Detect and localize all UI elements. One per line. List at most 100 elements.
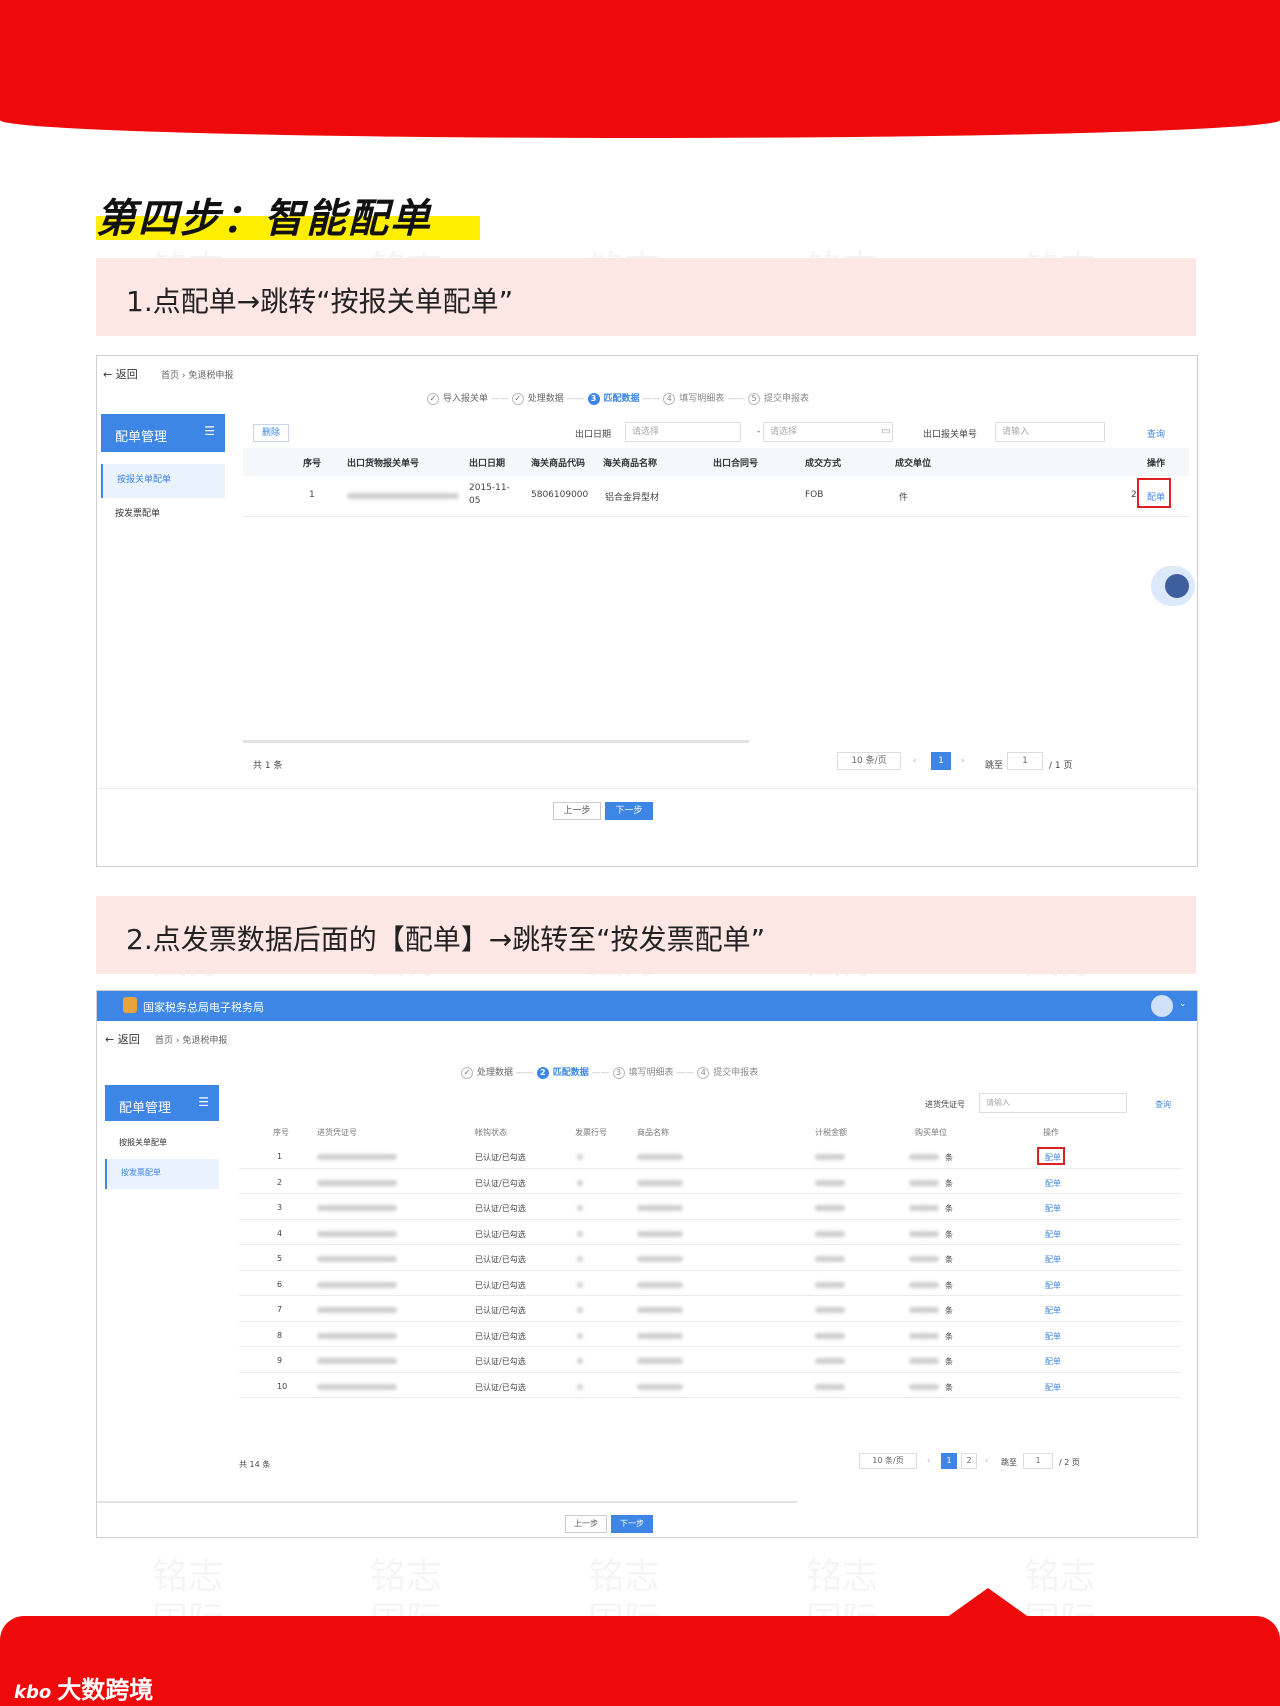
sidebar-item-declaration[interactable]: 按报关单配单 [119, 1137, 167, 1148]
redacted-buyer [909, 1307, 939, 1313]
query-button[interactable]: 查询 [1155, 1099, 1171, 1110]
page-total: / 2 页 [1059, 1458, 1080, 1467]
cell-code: 5806109000 [531, 490, 589, 500]
menu-icon[interactable]: ☰ [204, 424, 215, 438]
sidebar-header[interactable]: 配单管理 ☰ [101, 414, 225, 452]
col-action: 操作 [1147, 459, 1166, 469]
match-button[interactable]: 配单 [1045, 1356, 1061, 1367]
page-size-select[interactable]: 10 条/页 [837, 752, 901, 770]
match-button[interactable]: 配单 [1045, 1254, 1061, 1265]
page-2-button[interactable]: 2 [961, 1453, 977, 1469]
instruction-text-1: 1.点配单→跳转“按报关单配单” [126, 285, 514, 318]
step-1: ✓ 导入报关单 [427, 392, 488, 405]
cell-unit: 件 [899, 493, 909, 503]
step-number: 2 [536, 1066, 549, 1079]
redacted-goods-name [637, 1358, 683, 1364]
col-buyer-unit: 购买单位 [915, 1128, 947, 1137]
match-button[interactable]: 配单 [1045, 1331, 1061, 1342]
step-label: 匹配数据 [603, 394, 640, 404]
col-goods-name: 商品名称 [637, 1128, 669, 1137]
step-title: 第四步：智能配单 [96, 186, 480, 242]
sidebar-header[interactable]: 配单管理 ☰ [105, 1085, 219, 1121]
redacted-voucher-no [317, 1307, 397, 1313]
sidebar-item-invoice[interactable]: 按发票配单 [105, 1159, 219, 1189]
col-status: 帐钩状态 [475, 1128, 507, 1137]
cell-date: 2015-11-05 [469, 483, 510, 506]
prev-step-button[interactable]: 上一步 [553, 802, 601, 820]
prev-step-button[interactable]: 上一步 [565, 1515, 607, 1533]
col-code: 海关商品代码 [531, 459, 586, 469]
match-button[interactable]: 配单 [1045, 1280, 1061, 1291]
breadcrumb[interactable]: 首页 › 免退税申报 [161, 368, 233, 381]
date-end-field[interactable]: 请选择 [763, 422, 893, 442]
step-number: 4 [663, 392, 676, 405]
redacted-tax-amount [815, 1358, 845, 1364]
date-start-field[interactable]: 请选择 [625, 422, 741, 442]
jump-input[interactable]: 1 [1007, 752, 1043, 770]
assistant-avatar-icon[interactable] [1151, 566, 1195, 606]
cell-status: 已认证/已勾选 [475, 1229, 526, 1239]
breadcrumb[interactable]: 首页 › 免退税申报 [155, 1033, 227, 1046]
step-4: 4 填写明细表 [663, 392, 724, 405]
declaration-no-input[interactable]: 请输入 [995, 422, 1105, 442]
cell-unit: 条 [945, 1229, 953, 1239]
brand-footer: kbo 大数跨境 [14, 1670, 153, 1705]
redacted-tax-amount [815, 1256, 845, 1262]
match-button[interactable]: 配单 [1045, 1382, 1061, 1393]
jump-input[interactable]: 1 [1023, 1453, 1053, 1469]
cell-no: 9 [277, 1356, 283, 1365]
back-link[interactable]: ← 返回 [105, 1031, 140, 1047]
cell-status: 已认证/已勾选 [475, 1331, 526, 1341]
check-circle-icon: ✓ [427, 392, 439, 405]
match-button[interactable]: 配单 [1045, 1178, 1061, 1189]
page-prev-button[interactable]: ‹ [927, 1456, 930, 1465]
redacted-voucher-no [317, 1154, 397, 1160]
step-number: 3 [587, 392, 600, 405]
back-link[interactable]: ← 返回 [103, 366, 138, 382]
page-1-button[interactable]: 1 [941, 1453, 957, 1469]
horizontal-scrollbar[interactable] [97, 1501, 797, 1503]
redacted-buyer [909, 1179, 939, 1186]
redacted-buyer [909, 1281, 939, 1288]
voucher-no-input[interactable]: 请输入 [979, 1093, 1127, 1113]
watermark-line: 铭志 [587, 1556, 660, 1597]
step-connector: —— [488, 394, 512, 404]
page-1-button[interactable]: 1 [931, 752, 951, 770]
match-button[interactable]: 配单 [1045, 1229, 1061, 1240]
annotation-highlight-box [1137, 478, 1171, 508]
redacted-voucher-no [317, 1281, 397, 1288]
col-action: 操作 [1043, 1128, 1059, 1137]
user-avatar[interactable] [1151, 995, 1173, 1017]
match-button[interactable]: 配单 [1045, 1203, 1061, 1214]
delete-button[interactable]: 删除 [253, 424, 289, 442]
sidebar-item-invoice[interactable]: 按发票配单 [115, 506, 160, 519]
col-contract: 出口合同号 [713, 459, 759, 469]
chevron-down-icon[interactable]: ⌄ [1179, 999, 1187, 1009]
horizontal-scrollbar[interactable] [243, 740, 749, 743]
next-step-button[interactable]: 下一步 [605, 802, 653, 820]
cell-name: 铝合金异型材 [605, 493, 660, 503]
redacted-goods-name [637, 1281, 683, 1288]
cell-no: 7 [277, 1305, 283, 1314]
next-step-button[interactable]: 下一步 [611, 1515, 653, 1533]
redacted-voucher-no [317, 1383, 397, 1390]
match-button[interactable]: 配单 [1045, 1305, 1061, 1316]
step-2: ✓ 处理数据 [511, 392, 564, 405]
cell-status: 已认证/已勾选 [475, 1382, 526, 1392]
redacted-invoice-line [577, 1230, 583, 1237]
query-button[interactable]: 查询 [1147, 427, 1165, 440]
table-row: 4 已认证/已勾选 条 配单 [239, 1220, 1181, 1245]
redacted-goods-name [637, 1205, 683, 1211]
page-prev-button[interactable]: ‹ [913, 756, 917, 766]
cell-no: 1 [309, 490, 315, 500]
menu-icon[interactable]: ☰ [198, 1095, 209, 1109]
calendar-icon[interactable]: ▭ [881, 426, 890, 437]
page-next-button[interactable]: › [961, 756, 965, 766]
table-header: 序号 进货凭证号 帐钩状态 发票行号 商品名称 计税金额 购买单位 操作 [239, 1119, 1181, 1143]
sidebar-item-declaration[interactable]: 按报关单配单 [101, 464, 225, 498]
page-next-button[interactable]: › [985, 1456, 988, 1465]
redacted-voucher-no [317, 1358, 397, 1364]
page-size-select[interactable]: 10 条/页 [859, 1453, 917, 1469]
instruction-text-2: 2.点发票数据后面的【配单】→跳转至“按发票配单” [126, 923, 766, 956]
cell-unit: 条 [945, 1255, 953, 1264]
